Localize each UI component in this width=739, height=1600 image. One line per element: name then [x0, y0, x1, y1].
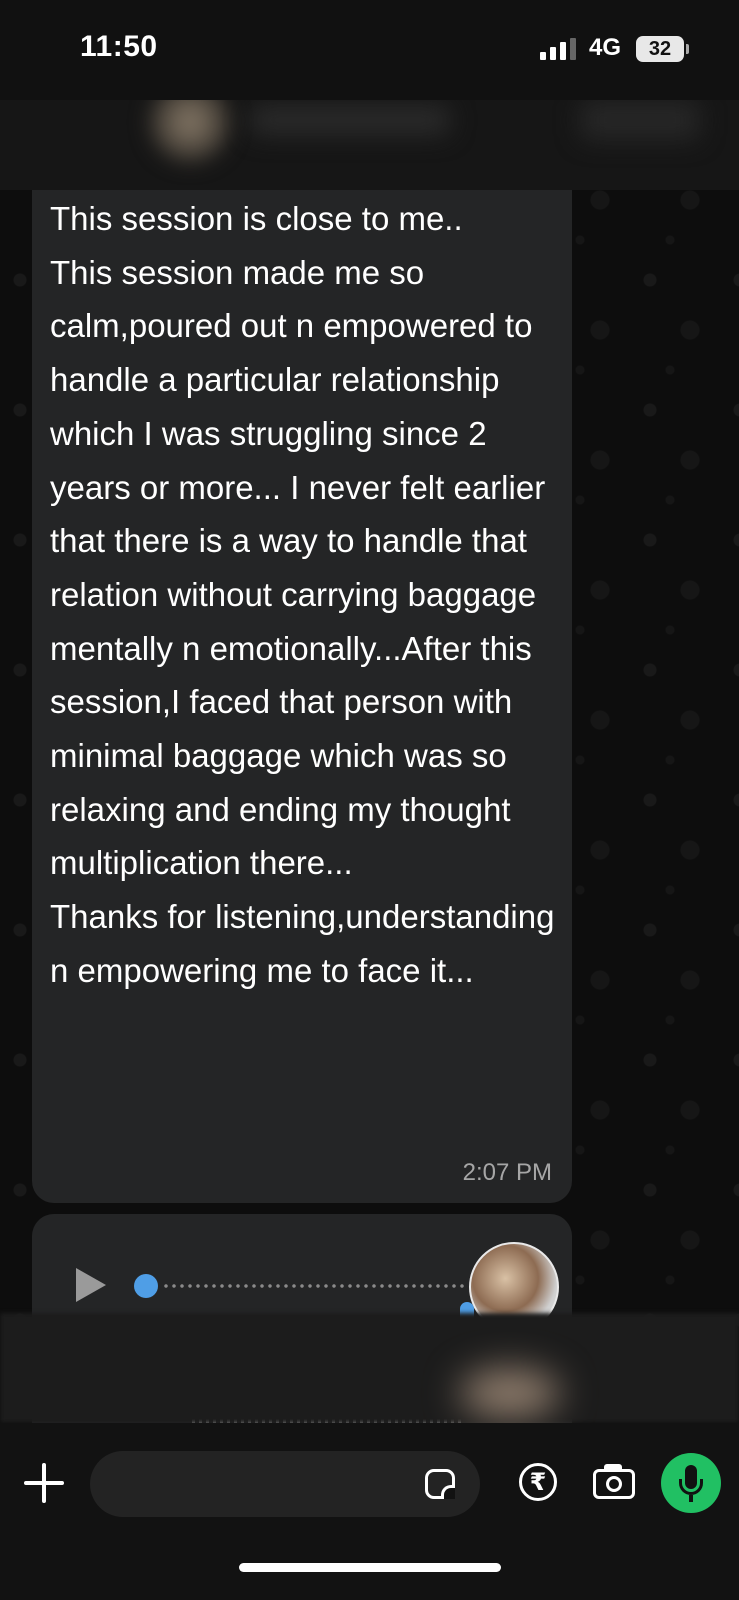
sticker-icon[interactable] — [425, 1469, 455, 1499]
battery-nub — [686, 44, 689, 54]
header-actions-blurred[interactable] — [580, 100, 700, 140]
battery-icon: 32 — [636, 36, 684, 62]
mic-icon[interactable] — [661, 1453, 721, 1513]
voice-progress-handle[interactable] — [134, 1274, 158, 1298]
home-indicator — [239, 1563, 501, 1572]
status-bar: 11:50 4G 32 — [0, 0, 739, 100]
rupee-icon[interactable]: ₹ — [519, 1463, 557, 1501]
play-icon[interactable] — [76, 1268, 106, 1302]
blurred-overlay — [0, 1313, 739, 1423]
signal-icon — [540, 38, 576, 60]
network-type: 4G — [589, 34, 622, 61]
status-time: 11:50 — [80, 30, 158, 63]
message-input[interactable] — [90, 1451, 480, 1517]
blurred-avatar — [460, 1368, 560, 1418]
message-bubble[interactable]: This session is close to me.. This sessi… — [32, 175, 572, 1203]
contact-name-blurred[interactable] — [250, 105, 450, 135]
message-text: This session is close to me.. This sessi… — [50, 200, 555, 989]
input-bar: ₹ — [0, 1423, 739, 1600]
camera-icon[interactable] — [593, 1464, 635, 1499]
message-timestamp: 2:07 PM — [462, 1159, 552, 1186]
voice-waveform[interactable] — [162, 1284, 467, 1288]
plus-icon[interactable] — [22, 1461, 66, 1505]
